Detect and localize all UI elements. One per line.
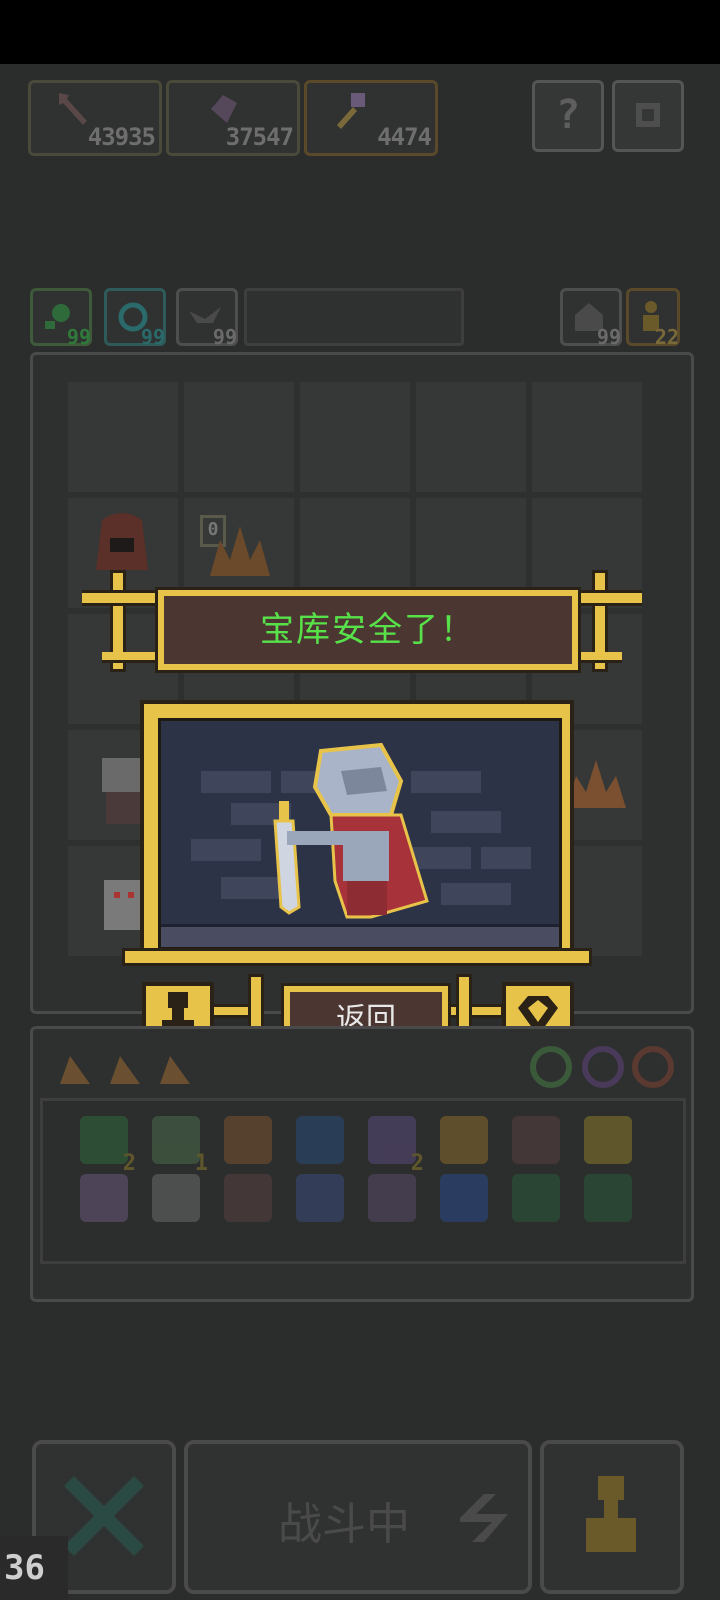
close-icon — [64, 1476, 144, 1556]
spiky-enemy-icon — [210, 526, 270, 576]
purple-swirl-icon — [368, 1174, 416, 1222]
battle-button[interactable]: 战斗中 — [184, 1440, 532, 1594]
resource-bird: 99 — [176, 288, 238, 349]
shield-icon — [224, 1116, 272, 1164]
arrow-icon — [512, 1116, 560, 1164]
blue-swirl-icon — [296, 1174, 344, 1222]
settings-button[interactable] — [612, 80, 684, 152]
knight-picture-frame — [140, 700, 574, 964]
resource-count: 99 — [140, 325, 165, 349]
inventory-item[interactable] — [220, 1170, 276, 1226]
resource-cyan-swirl: 99 — [104, 288, 166, 349]
green-map-icon — [584, 1174, 632, 1222]
board-cell[interactable] — [532, 382, 642, 492]
help-label: ? — [555, 92, 581, 138]
inventory-item[interactable] — [508, 1112, 564, 1168]
hourglass-icon — [368, 1116, 416, 1164]
result-banner: 宝库安全了！ — [82, 580, 642, 680]
ring-icon — [582, 1046, 624, 1088]
currency-spear-value: 43935 — [87, 123, 156, 151]
hammer-icon — [440, 1116, 488, 1164]
banner-title-box: 宝库安全了！ — [155, 587, 581, 673]
vault-floor — [161, 924, 559, 947]
inventory-item[interactable]: 2 — [364, 1112, 424, 1176]
key-icon — [80, 1174, 128, 1222]
board-cell[interactable] — [184, 382, 294, 492]
inventory-item[interactable] — [148, 1170, 204, 1226]
inventory-item[interactable] — [508, 1170, 564, 1226]
currency-gem: 37547 — [166, 80, 300, 156]
result-title: 宝库安全了！ — [260, 610, 476, 650]
resource-count: 99 — [212, 325, 237, 349]
swap-icon — [460, 1494, 508, 1542]
level-counter: 36 — [0, 1536, 68, 1600]
currency-key-value: 4474 — [377, 123, 432, 151]
inventory-item[interactable] — [292, 1170, 348, 1226]
inventory-item[interactable] — [364, 1170, 420, 1226]
goblet-icon — [584, 1116, 632, 1164]
ring-icon — [632, 1046, 674, 1088]
arrow-icon — [224, 1174, 272, 1222]
inventory-item[interactable]: 1 — [148, 1112, 208, 1176]
gear-icon — [636, 103, 660, 127]
key-icon — [337, 93, 365, 129]
frame-base — [122, 948, 592, 966]
board-cell[interactable] — [68, 382, 178, 492]
board-cell[interactable] — [416, 382, 526, 492]
knight-hero-icon — [273, 742, 429, 919]
inventory-item[interactable]: 2 — [76, 1112, 136, 1176]
currency-gem-value: 37547 — [225, 123, 294, 151]
currency-key: 4474 — [304, 80, 438, 156]
help-button[interactable]: ? — [532, 80, 604, 152]
inventory-item[interactable] — [580, 1170, 636, 1226]
inventory-item[interactable] — [436, 1170, 492, 1226]
pawn-icon — [586, 1476, 636, 1552]
ramp-icon — [110, 1056, 140, 1084]
resource-count: 99 — [596, 325, 621, 349]
inventory-item[interactable] — [436, 1112, 492, 1168]
hero-button[interactable] — [540, 1440, 684, 1594]
resource-slot-bar — [244, 288, 464, 346]
inventory-item[interactable] — [220, 1112, 276, 1168]
currency-spear: 43935 — [28, 80, 162, 156]
inventory-item[interactable] — [580, 1112, 636, 1168]
resource-house: 99 — [560, 288, 622, 349]
resource-count: 22 — [654, 325, 679, 349]
ramp-icon — [160, 1056, 190, 1084]
resource-green-orb: 99 — [30, 288, 92, 349]
ring-icon — [530, 1046, 572, 1088]
resource-count: 99 — [66, 325, 91, 349]
status-bar — [0, 0, 720, 64]
green-gem-icon — [80, 1116, 128, 1164]
inventory-item[interactable] — [76, 1170, 132, 1226]
shuriken-icon — [152, 1174, 200, 1222]
green-map-icon — [512, 1174, 560, 1222]
blue-potion-card-icon — [296, 1116, 344, 1164]
board-cell[interactable] — [300, 382, 410, 492]
inventory-item[interactable] — [292, 1112, 348, 1168]
soldier-icon — [152, 1116, 200, 1164]
battle-label: 战斗中 — [278, 1499, 410, 1550]
vault-scene — [158, 718, 562, 950]
resource-pawn: 22 — [626, 288, 680, 349]
ramp-icon — [60, 1056, 90, 1084]
blue-flame-card-icon — [440, 1174, 488, 1222]
